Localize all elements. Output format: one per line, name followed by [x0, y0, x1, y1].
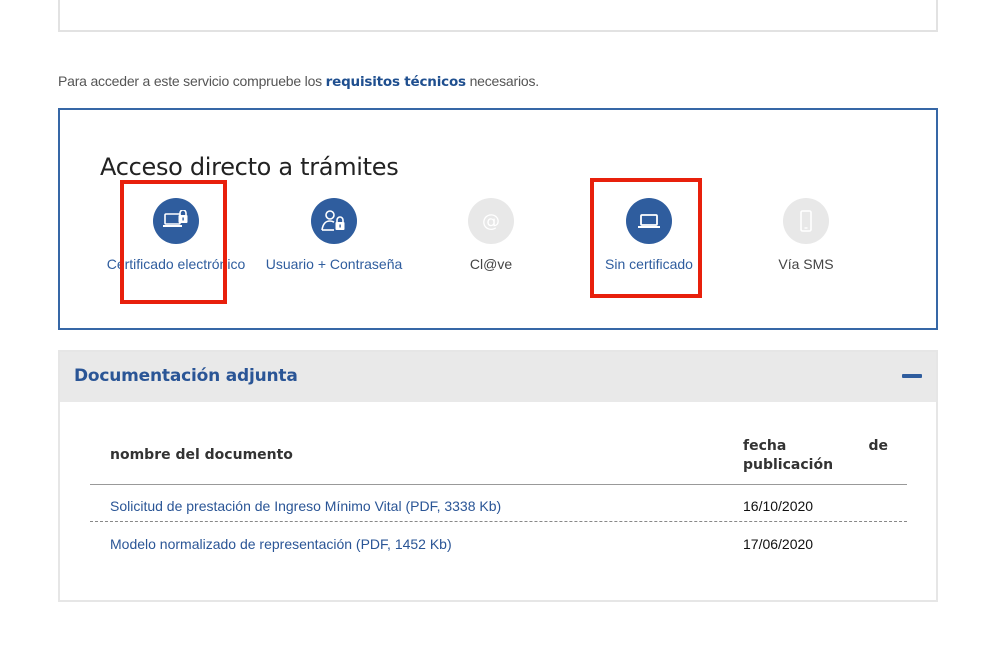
column-header-date: fecha de publicación [743, 438, 888, 473]
document-link[interactable]: Modelo normalizado de representación (PD… [110, 536, 452, 552]
requirements-note: Para acceder a este servicio compruebe l… [58, 73, 539, 90]
documents-header[interactable]: Documentación adjunta [60, 352, 936, 402]
circle-clave: @ [468, 198, 514, 244]
documents-title: Documentación adjunta [74, 366, 298, 386]
option-label: Vía SMS [778, 256, 834, 272]
requirements-suffix: necesarios. [465, 73, 540, 89]
mobile-phone-icon [800, 210, 812, 232]
document-date: 17/06/2020 [743, 536, 814, 552]
option-label: Cl@ve [469, 256, 513, 272]
laptop-icon [638, 214, 660, 228]
access-title: Acceso directo a trámites [100, 153, 399, 181]
table-row: Solicitud de prestación de Ingreso Mínim… [90, 485, 907, 522]
column-header-name: nombre del documento [110, 447, 293, 463]
option-certificado-electronico[interactable]: Certificado electrónico [106, 198, 246, 272]
circle-sms [783, 198, 829, 244]
documents-panel: Documentación adjunta nombre del documen… [58, 350, 938, 602]
table-row: Modelo normalizado de representación (PD… [90, 523, 907, 560]
document-date: 16/10/2020 [743, 498, 814, 514]
requirements-prefix: Para acceder a este servicio compruebe l… [58, 73, 326, 89]
option-clave[interactable]: @ Cl@ve [421, 198, 561, 272]
option-usuario-contrasena[interactable]: Usuario + Contraseña [264, 198, 404, 272]
document-link[interactable]: Solicitud de prestación de Ingreso Mínim… [110, 498, 501, 514]
option-label: Usuario + Contraseña [265, 256, 403, 272]
circle-usuario [311, 198, 357, 244]
access-panel: Acceso directo a trámites Certificado el… [58, 108, 938, 330]
at-sign-icon: @ [482, 210, 500, 232]
option-label: Certificado electrónico [106, 256, 246, 272]
option-label: Sin certificado [605, 256, 693, 272]
top-panel [58, 0, 938, 32]
collapse-minus-icon[interactable] [902, 374, 922, 378]
option-sin-certificado[interactable]: Sin certificado [579, 198, 719, 272]
requirements-link[interactable]: requisitos técnicos [326, 74, 466, 90]
circle-sin-certificado [626, 198, 672, 244]
user-lock-icon [321, 210, 345, 231]
option-via-sms[interactable]: Vía SMS [736, 198, 876, 272]
circle-certificado [153, 198, 199, 244]
laptop-lock-icon [163, 210, 188, 227]
